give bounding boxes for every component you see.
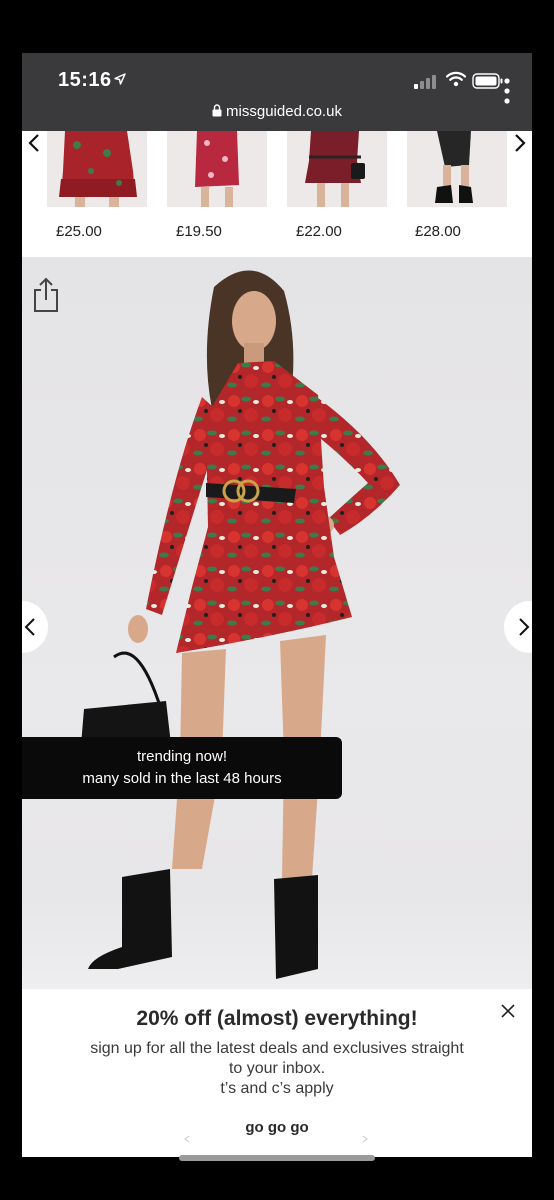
url-text: missguided.co.uk — [226, 103, 342, 120]
product-thumbnail[interactable] — [167, 131, 267, 207]
product-price: £25.00 — [56, 223, 102, 240]
signal-icon — [414, 75, 436, 89]
carousel-next-icon[interactable] — [512, 133, 528, 153]
more-options-icon[interactable] — [503, 78, 511, 104]
wifi-icon — [446, 71, 466, 87]
promo-cta-button[interactable]: go go go — [22, 1119, 532, 1136]
promo-next-icon[interactable] — [362, 1135, 368, 1143]
status-time: 15:16 — [58, 69, 112, 91]
phone-screen: 15:16 missguided.co.uk £25.00 £19.50 £22… — [22, 53, 532, 1157]
promo-banner: 20% off (almost) everything! sign up for… — [22, 989, 532, 1157]
product-price: £28.00 — [415, 223, 461, 240]
chevron-right-icon — [519, 618, 530, 636]
product-thumbnail[interactable] — [407, 131, 507, 207]
product-price: £19.50 — [176, 223, 222, 240]
carousel-prev-icon[interactable] — [26, 133, 42, 153]
related-products-carousel: £25.00 £19.50 £22.00 £28.00 — [22, 131, 532, 257]
product-price: £22.00 — [296, 223, 342, 240]
promo-prev-icon[interactable] — [184, 1135, 190, 1143]
status-bar: 15:16 missguided.co.uk — [22, 53, 532, 131]
home-indicator[interactable] — [179, 1155, 375, 1161]
chevron-left-icon — [24, 618, 35, 636]
trending-subtitle: many sold in the last 48 hours — [82, 770, 282, 787]
lock-icon — [212, 104, 222, 117]
promo-description: sign up for all the latest deals and exc… — [42, 1039, 512, 1099]
product-thumbnail[interactable] — [47, 131, 147, 207]
battery-icon — [472, 73, 503, 89]
close-icon[interactable] — [500, 1003, 516, 1019]
trending-title: trending now! — [136, 748, 228, 765]
product-hero-image[interactable]: trending now! many sold in the last 48 h… — [22, 257, 532, 989]
trending-badge: trending now! many sold in the last 48 h… — [22, 737, 342, 799]
promo-line: sign up for all the latest deals and exc… — [90, 1040, 464, 1057]
location-arrow-icon — [114, 73, 126, 85]
product-thumbnail[interactable] — [287, 131, 387, 207]
address-bar[interactable]: missguided.co.uk — [22, 103, 532, 120]
model-photo — [80, 270, 400, 979]
promo-terms: t’s and c’s apply — [220, 1080, 334, 1097]
share-icon[interactable] — [32, 277, 60, 313]
promo-line: to your inbox. — [228, 1060, 326, 1077]
promo-title: 20% off (almost) everything! — [136, 1007, 418, 1030]
